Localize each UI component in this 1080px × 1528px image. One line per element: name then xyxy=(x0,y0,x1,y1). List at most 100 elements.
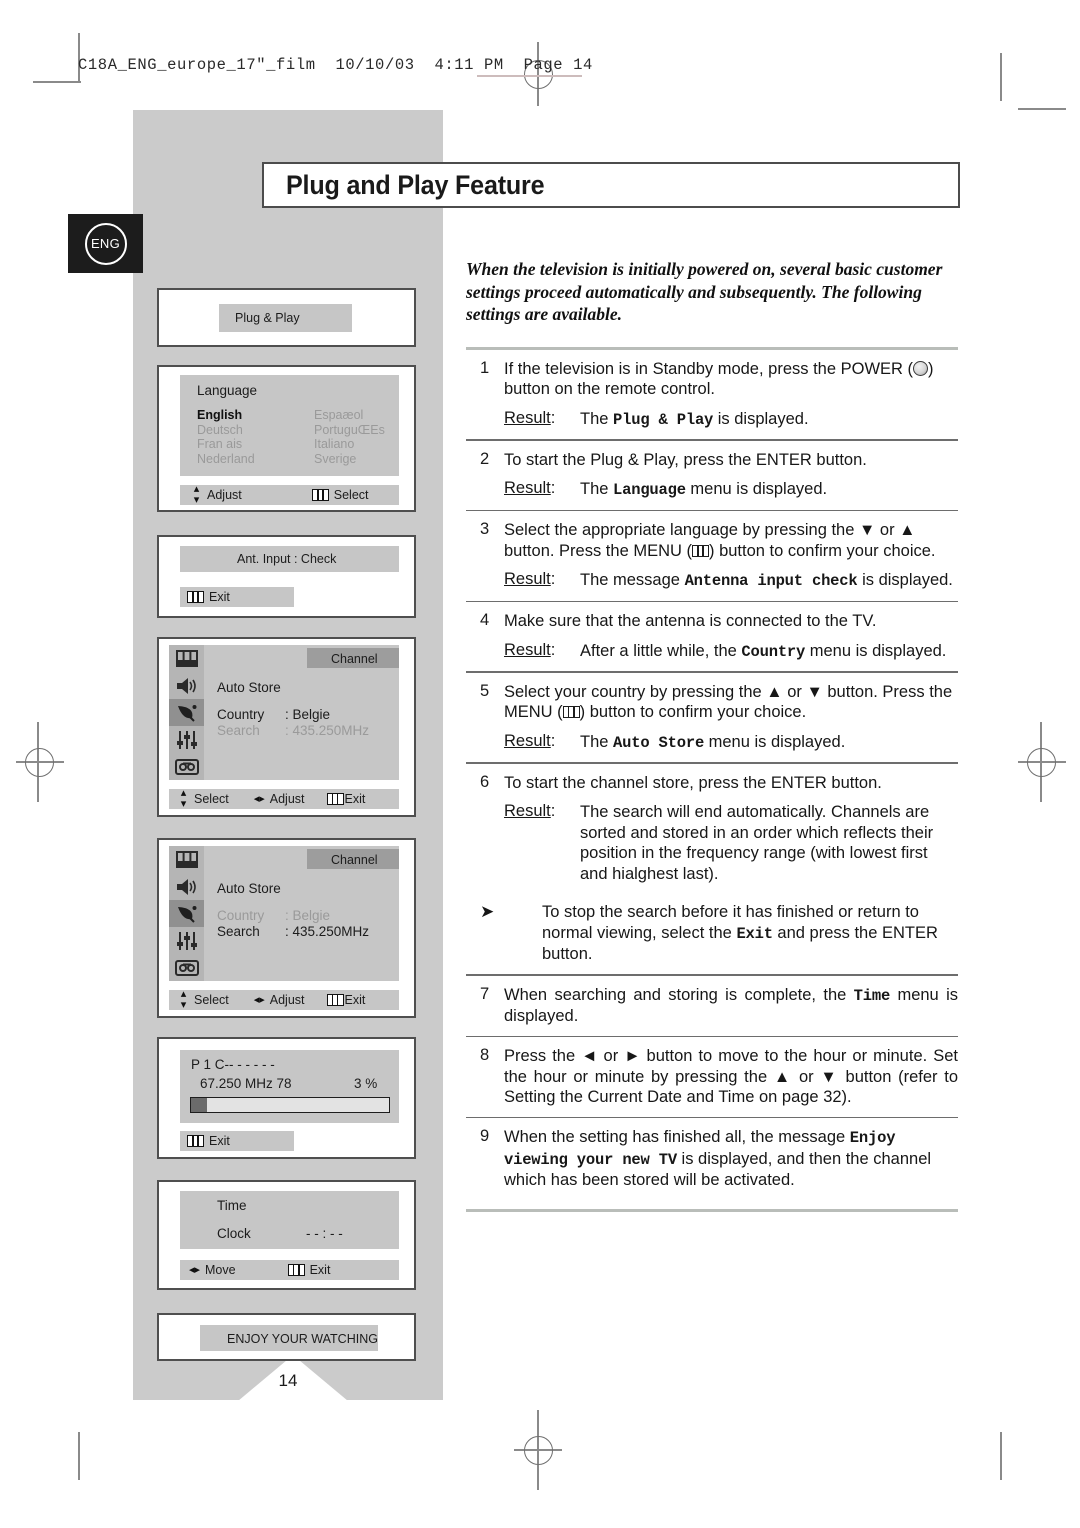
osd-footer-move[interactable]: ◂▸ Move xyxy=(188,1263,236,1277)
result-label-text: Result xyxy=(504,731,551,750)
equalizer-icon-svg xyxy=(176,730,197,749)
step-row: 5 Select your country by pressing the ▲ … xyxy=(466,673,958,763)
osd-footer-select[interactable]: Select xyxy=(311,488,369,502)
menu-icon xyxy=(311,489,329,501)
osd-footer-label: Select xyxy=(194,993,229,1007)
result-text: The Language menu is displayed. xyxy=(580,479,958,501)
satellite-dish-icon[interactable] xyxy=(169,900,204,927)
osd-footer-label: Exit xyxy=(344,993,366,1007)
step-text: If the television is in Standby mode, pr… xyxy=(504,359,958,400)
step-row: 8 Press the ◄ or ► button to move to the… xyxy=(466,1037,958,1117)
speaker-icon[interactable] xyxy=(169,873,204,900)
osd-language-heading: Language xyxy=(197,383,258,398)
tape-icon-svg xyxy=(174,758,199,775)
step-number: 9 xyxy=(480,1127,490,1146)
osd-language-option-espanol[interactable]: Espaæol xyxy=(314,408,363,422)
osd-footer-label: Exit xyxy=(344,792,366,806)
step-number: 5 xyxy=(480,681,490,700)
result-label-text: Result xyxy=(504,802,551,821)
picture-menu-icon-svg xyxy=(175,650,198,667)
osd-row-label-auto-store[interactable]: Auto Store xyxy=(217,881,281,896)
left-right-arrow-icon: ◂▸ xyxy=(253,792,265,805)
osd-footer-label: Adjust xyxy=(207,488,242,502)
osd-footer-adjust[interactable]: ◂▸ Adjust xyxy=(253,792,305,806)
step-number: 8 xyxy=(480,1046,490,1065)
result-mono-term: Plug & Play xyxy=(613,410,714,429)
osd-language-option-sverige[interactable]: Sverige xyxy=(314,452,356,466)
osd-footer-exit[interactable]: Exit xyxy=(187,1134,230,1148)
osd-row-label-country[interactable]: Country xyxy=(217,908,264,923)
result-text-part: The xyxy=(580,480,614,499)
osd-language-option-francais[interactable]: Fran ais xyxy=(197,437,242,451)
step-row: 3 Select the appropriate language by pre… xyxy=(466,511,958,601)
menu-icon xyxy=(287,1264,305,1276)
equalizer-icon[interactable] xyxy=(169,927,204,954)
result-text: The search will end automatically. Chann… xyxy=(580,803,934,883)
file-info-header: C18A_ENG_europe_17"_film 10/10/03 4:11 P… xyxy=(78,56,593,74)
picture-menu-icon[interactable] xyxy=(169,846,204,873)
osd-row-label-auto-store[interactable]: Auto Store xyxy=(217,680,281,695)
result-text-part: After a little while, the xyxy=(580,641,742,660)
tape-icon[interactable] xyxy=(169,753,204,780)
page-number: 14 xyxy=(278,1371,298,1390)
osd-tab-label: Channel xyxy=(331,853,378,867)
osd-language-option-english[interactable]: English xyxy=(197,408,242,422)
step-row: 1 If the television is in Standby mode, … xyxy=(466,350,958,440)
osd-language-option-nederland[interactable]: Nederland xyxy=(197,452,255,466)
result-row: Result: After a little while, the Countr… xyxy=(504,641,958,663)
tape-icon[interactable] xyxy=(169,954,204,981)
osd-footer-exit[interactable]: Exit xyxy=(287,1263,330,1277)
result-text-part: The xyxy=(580,409,614,428)
osd-clock-value[interactable]: - - : - - xyxy=(306,1226,343,1241)
result-text-part: is displayed. xyxy=(857,571,953,590)
osd-language-option-deutsch[interactable]: Deutsch xyxy=(197,423,243,437)
osd-footer-exit[interactable]: Exit xyxy=(326,792,366,806)
osd-row-value-country: : Belgie xyxy=(285,908,331,923)
result-mono-term: Auto Store xyxy=(613,733,705,752)
result-label: Result: xyxy=(504,640,556,659)
osd-row-label-search[interactable]: Search xyxy=(217,723,260,738)
result-mono-term: Country xyxy=(741,642,806,661)
picture-menu-icon[interactable] xyxy=(169,645,204,672)
osd-footer: ▴ ▾ Adjust Select xyxy=(180,484,399,506)
language-tab-eng: ENG xyxy=(68,214,143,273)
step-text: To start the channel store, press the EN… xyxy=(504,773,882,792)
osd-footer-exit[interactable]: Exit xyxy=(326,993,366,1007)
osd-footer-select[interactable]: ▴ ▾ Select xyxy=(177,989,229,1011)
progress-bar-fill xyxy=(191,1098,207,1112)
step-number: 3 xyxy=(480,520,490,539)
speaker-icon[interactable] xyxy=(169,672,204,699)
osd-icon-rail xyxy=(169,645,204,780)
step-row: 6 To start the channel store, press the … xyxy=(466,764,958,894)
result-text-part: menu is displayed. xyxy=(685,480,828,499)
divider-bottom xyxy=(466,1208,958,1212)
satellite-dish-icon[interactable] xyxy=(169,699,204,726)
note-row: ➤ To stop the search before it has finis… xyxy=(466,893,958,974)
osd-antenna-title: Ant. Input : Check xyxy=(237,552,337,566)
osd-footer-select[interactable]: ▴ ▾ Select xyxy=(177,788,229,810)
left-right-arrow-icon: ◂▸ xyxy=(188,1263,201,1276)
osd-row-label-country[interactable]: Country xyxy=(217,707,264,722)
step-row: 4 Make sure that the antenna is connecte… xyxy=(466,602,958,671)
osd-progress-channel-line: P 1 C-- - - - - - xyxy=(191,1057,275,1072)
osd-language-menu: Language English Deutsch Fran ais Nederl… xyxy=(157,365,416,512)
osd-footer: ◂▸ Move Exit xyxy=(180,1260,399,1280)
osd-footer-adjust[interactable]: ▴ ▾ Adjust xyxy=(190,484,242,506)
page-title-bar: Plug and Play Feature xyxy=(262,162,960,208)
satellite-dish-icon-svg xyxy=(177,906,196,923)
step-number: 7 xyxy=(480,984,490,1003)
osd-enjoy-watching: ENJOY YOUR WATCHING xyxy=(157,1313,416,1361)
osd-content-band xyxy=(180,1191,399,1249)
osd-language-option-portugues[interactable]: PortuguŒEs xyxy=(314,423,385,437)
menu-icon xyxy=(562,706,580,719)
osd-footer-adjust[interactable]: ◂▸ Adjust xyxy=(253,993,305,1007)
result-text: After a little while, the Country menu i… xyxy=(580,641,958,663)
menu-icon xyxy=(692,544,709,557)
osd-footer-exit[interactable]: Exit xyxy=(187,590,230,604)
equalizer-icon[interactable] xyxy=(169,726,204,753)
osd-language-option-italiano[interactable]: Italiano xyxy=(314,437,354,451)
crop-mark-top-right-horizontal xyxy=(1018,108,1066,111)
osd-row-label-search[interactable]: Search xyxy=(217,924,260,939)
satellite-dish-icon-svg xyxy=(177,705,196,722)
osd-clock-label[interactable]: Clock xyxy=(217,1226,251,1241)
